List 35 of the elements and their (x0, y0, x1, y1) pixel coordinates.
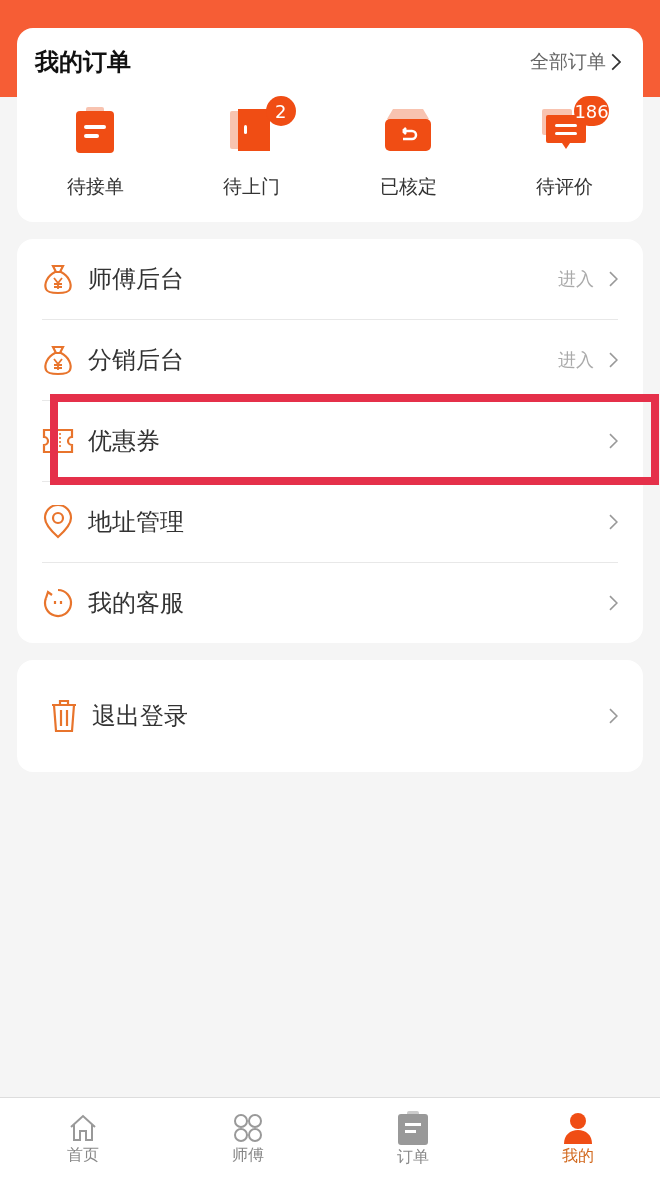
tab-bar-item[interactable]: 首页 (0, 1098, 165, 1181)
money-bag-icon (42, 263, 74, 295)
clover-icon (232, 1113, 263, 1143)
tab-bar-item[interactable]: 师傅 (165, 1098, 330, 1181)
order-status-button[interactable]: 已核定 (330, 94, 487, 200)
all-orders-link[interactable]: 全部订单 (530, 49, 621, 75)
chevron-icon (608, 270, 618, 288)
count-badge: 186 (574, 96, 609, 126)
clipboard-icon (397, 1111, 428, 1145)
logout-label[interactable]: 退出登录 (92, 700, 595, 732)
chevron-icon (610, 52, 621, 72)
menu-item[interactable]: 优惠券 (88, 425, 595, 457)
tab-bar-item[interactable]: 订单 (330, 1098, 495, 1181)
count-badge: 2 (265, 96, 296, 126)
chevron-icon (608, 513, 618, 531)
order-status-button[interactable]: 186 待评价 (486, 94, 643, 200)
chevron-icon (608, 707, 618, 725)
menu-item[interactable]: 分销后台 (88, 344, 545, 376)
box-icon (385, 109, 432, 151)
chevron-icon (608, 351, 618, 369)
tab-bar-item[interactable]: 我的 (495, 1098, 660, 1181)
location-pin-icon (42, 505, 74, 539)
user-icon (562, 1112, 593, 1144)
menu-item[interactable]: 地址管理 (88, 506, 595, 538)
trash-icon (50, 699, 78, 733)
clipboard-icon (74, 107, 117, 153)
menu-item[interactable]: 师傅后台 (88, 263, 545, 295)
money-bag-icon (42, 344, 74, 376)
chevron-icon (608, 594, 618, 612)
order-status-button[interactable]: 待接单 (17, 94, 174, 200)
smiley-icon (42, 587, 74, 619)
chevron-icon (608, 432, 618, 450)
card-title: 我的订单 (35, 47, 131, 78)
order-status-button[interactable]: 2 待上门 (173, 94, 330, 200)
menu-item[interactable]: 我的客服 (88, 587, 595, 619)
